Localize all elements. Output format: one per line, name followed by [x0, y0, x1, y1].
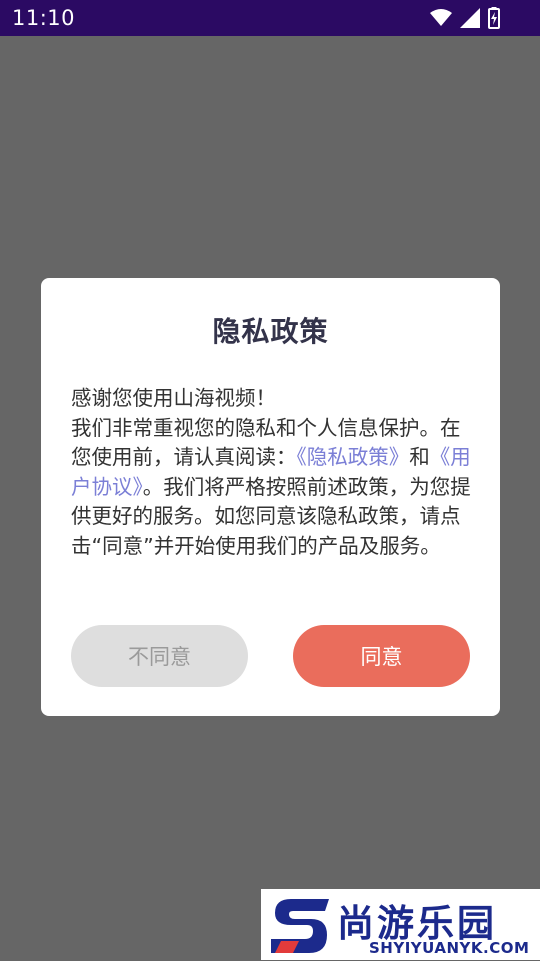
- dialog-title: 隐私政策: [212, 315, 329, 348]
- disagree-button[interactable]: 不同意: [71, 625, 248, 687]
- wifi-icon: [430, 9, 452, 27]
- privacy-policy-link[interactable]: 《隐私政策》: [297, 445, 410, 469]
- dialog-content: 感谢您使用山海视频！ 我们非常重视您的隐私和个人信息保护。在您使用前，请认真阅读：…: [71, 384, 473, 561]
- watermark-domain: SHYIYUANYK.COM: [369, 939, 530, 957]
- status-time: 11:10: [12, 6, 76, 30]
- status-icons: [430, 7, 500, 29]
- greeting-text: 感谢您使用山海视频！: [71, 386, 276, 410]
- watermark: 尚游乐园 SHYIYUANYK.COM: [261, 889, 540, 960]
- privacy-dialog: 隐私政策 感谢您使用山海视频！ 我们非常重视您的隐私和个人信息保护。在您使用前，请…: [41, 278, 500, 716]
- battery-charging-icon: [488, 7, 500, 29]
- logo-s-icon: [269, 895, 333, 961]
- agree-button[interactable]: 同意: [293, 625, 470, 687]
- conjunction-text: 和: [409, 445, 430, 469]
- status-bar: 11:10: [0, 0, 540, 36]
- signal-icon: [460, 8, 480, 28]
